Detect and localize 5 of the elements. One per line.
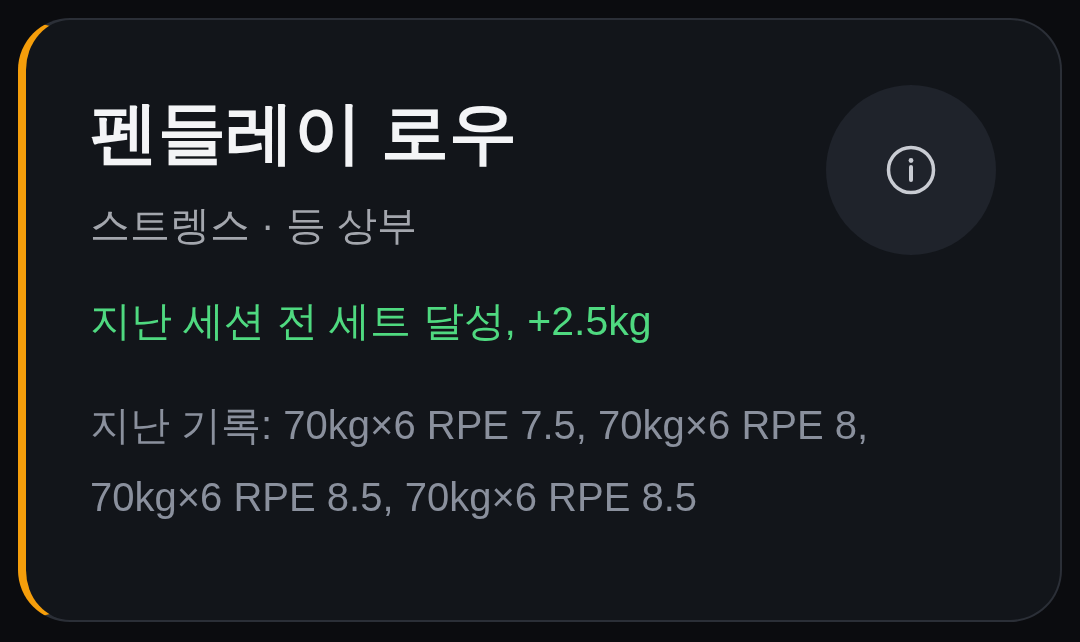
last-record-text: 지난 기록: 70kg×6 RPE 7.5, 70kg×6 RPE 8, 70kg×6 RPE 8.5, 70kg×6 RPE 8.5 [90,402,870,521]
exercise-title: 펜들레이 로우 [90,93,518,172]
progress-note: 지난 세션 전 세트 달성, +2.5kg [90,297,653,346]
info-icon [886,145,936,195]
exercise-category: 스트렝스 · 등 상부 [90,202,418,249]
